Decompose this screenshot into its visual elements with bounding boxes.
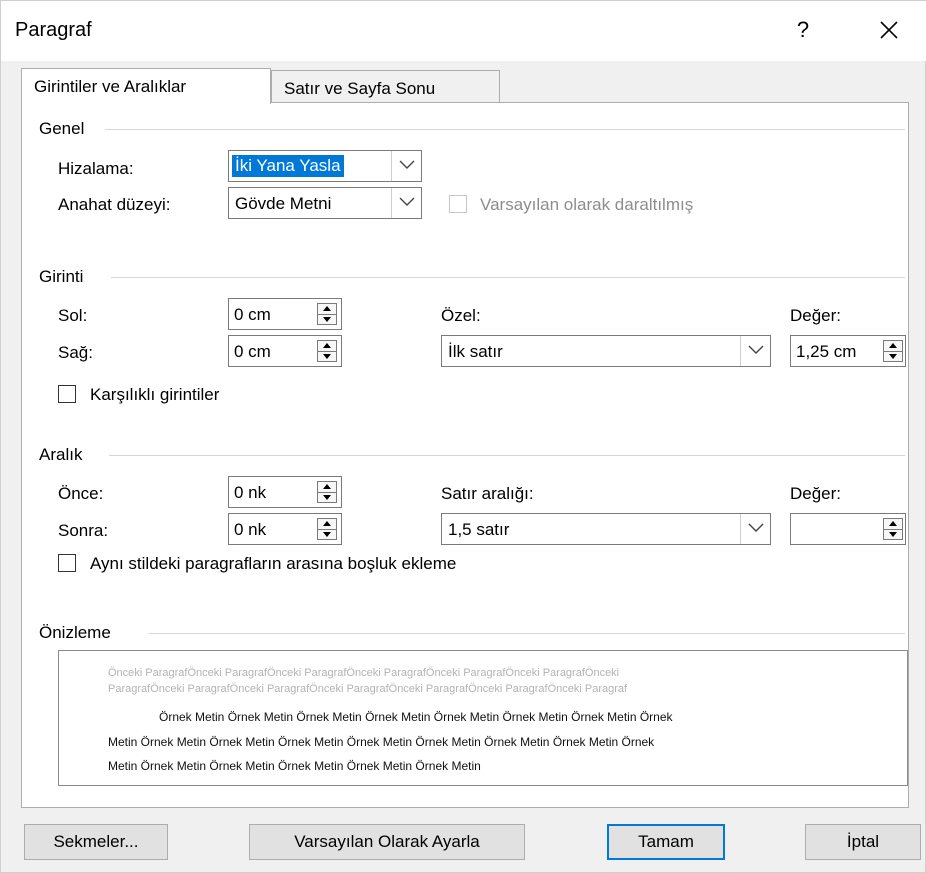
outline-level-label: Anahat düzeyi: [58, 195, 171, 214]
spin-buttons[interactable] [883, 518, 903, 540]
dropdown-button[interactable] [740, 336, 770, 366]
spacing-after-label: Sonra: [58, 521, 109, 540]
no-space-same-style-label: Aynı stildeki paragrafların arasına boşl… [90, 554, 457, 573]
line-spacing-at-label: Değer: [790, 484, 842, 503]
tab-indents-spacing-label: Girintiler ve Aralıklar [34, 77, 187, 96]
no-space-same-style-checkbox[interactable] [58, 554, 76, 572]
group-spacing-heading: Aralık [39, 445, 83, 464]
tab-line-page-breaks[interactable]: Satır ve Sayfa Sonu [271, 70, 500, 102]
spacing-after-spinner[interactable]: 0 nk [228, 513, 342, 545]
indent-left-spinner[interactable]: 0 cm [228, 298, 342, 330]
close-icon [880, 21, 898, 39]
tab-line-page-breaks-label: Satır ve Sayfa Sonu [284, 79, 436, 98]
set-as-default-button[interactable]: Varsayılan Olarak Ayarla [249, 824, 525, 860]
group-general-heading: Genel [39, 119, 85, 138]
title-bar: Paragraf ? [1, 1, 926, 61]
indent-by-value: 1,25 cm [796, 342, 857, 361]
spacing-after-value: 0 nk [234, 520, 267, 539]
group-indent-heading: Girinti [39, 267, 84, 286]
ok-button[interactable]: Tamam [607, 824, 725, 860]
chevron-down-icon [748, 345, 764, 354]
outline-level-combo[interactable]: Gövde Metni [228, 187, 422, 219]
alignment-combo[interactable]: İki Yana Yasla [228, 150, 422, 182]
line-spacing-at-spinner[interactable] [790, 513, 906, 545]
tab-indents-spacing[interactable]: Girintiler ve Aralıklar [21, 68, 271, 104]
divider [111, 277, 905, 278]
preview-sample-line: Metin Örnek Metin Örnek Metin Örnek Meti… [108, 759, 481, 773]
dropdown-button[interactable] [391, 151, 421, 181]
help-button[interactable]: ? [788, 13, 818, 47]
mirror-indents-label: Karşılıklı girintiler [90, 385, 220, 404]
special-indent-value: İlk satır [448, 342, 503, 361]
spin-buttons[interactable] [317, 340, 337, 362]
close-button[interactable] [869, 11, 909, 49]
line-spacing-label: Satır aralığı: [441, 484, 534, 503]
mirror-indents-checkbox[interactable] [58, 385, 76, 403]
indent-right-value: 0 cm [234, 342, 271, 361]
spacing-before-value: 0 nk [234, 483, 267, 502]
paragraph-preview: Önceki ParagrafÖnceki ParagrafÖnceki Par… [58, 650, 908, 786]
line-spacing-value: 1,5 satır [448, 520, 510, 539]
spin-buttons[interactable] [317, 481, 337, 503]
indent-left-label: Sol: [58, 306, 88, 325]
preview-sample-line: Metin Örnek Metin Örnek Metin Örnek Meti… [108, 735, 655, 749]
tabs-button[interactable]: Sekmeler... [24, 824, 168, 860]
collapsed-label: Varsayılan olarak daraltılmış [480, 195, 694, 214]
chevron-down-icon [399, 160, 415, 169]
indent-left-value: 0 cm [234, 305, 271, 324]
indent-by-label: Değer: [790, 306, 842, 325]
chevron-down-icon [399, 197, 415, 206]
chevron-down-icon [748, 523, 764, 532]
collapsed-checkbox[interactable] [449, 195, 467, 213]
spin-buttons[interactable] [317, 303, 337, 325]
cancel-button[interactable]: İptal [805, 824, 921, 860]
paragraph-dialog: Paragraf ? Girintiler ve Aralıklar Satır… [0, 0, 926, 873]
dialog-title: Paragraf [15, 19, 92, 41]
dropdown-button[interactable] [740, 514, 770, 544]
indent-right-label: Sağ: [58, 343, 93, 362]
indent-by-spinner[interactable]: 1,25 cm [790, 335, 906, 367]
group-preview-heading: Önizleme [39, 623, 111, 642]
divider [109, 455, 905, 456]
outline-level-value: Gövde Metni [235, 194, 332, 213]
indent-right-spinner[interactable]: 0 cm [228, 335, 342, 367]
special-indent-label: Özel: [441, 306, 481, 325]
dropdown-button[interactable] [391, 188, 421, 218]
alignment-label: Hizalama: [58, 159, 134, 178]
spacing-before-label: Önce: [58, 484, 104, 503]
divider [149, 633, 905, 634]
divider [105, 129, 905, 130]
line-spacing-combo[interactable]: 1,5 satır [441, 513, 771, 545]
spin-buttons[interactable] [883, 340, 903, 362]
preview-previous-line: Önceki ParagrafÖnceki ParagrafÖnceki Par… [108, 667, 620, 679]
spacing-before-spinner[interactable]: 0 nk [228, 476, 342, 508]
alignment-value: İki Yana Yasla [232, 155, 344, 177]
special-indent-combo[interactable]: İlk satır [441, 335, 771, 367]
spin-buttons[interactable] [317, 518, 337, 540]
preview-sample-line: Örnek Metin Örnek Metin Örnek Metin Örne… [159, 710, 673, 724]
preview-previous-line: ParagrafÖnceki ParagrafÖnceki ParagrafÖn… [108, 683, 628, 695]
